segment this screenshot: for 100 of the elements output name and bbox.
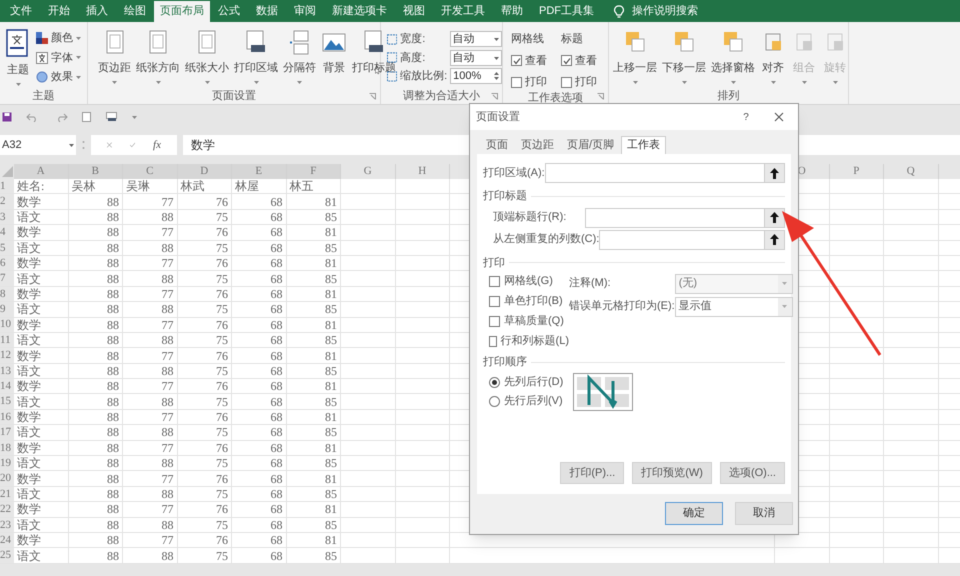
row-header[interactable]: 8 [0, 286, 14, 302]
ribbon-tab[interactable]: 插入 [78, 1, 116, 22]
checkbox[interactable] [511, 55, 522, 66]
checkbox[interactable] [489, 336, 497, 347]
dialog-tab[interactable]: 工作表 [621, 136, 666, 154]
ribbon-button[interactable]: 背景 [319, 22, 349, 76]
ribbon-tab[interactable]: 新建选项卡 [324, 1, 395, 22]
ribbon-tab[interactable]: 公式 [210, 1, 248, 22]
column-header[interactable]: F [286, 164, 341, 179]
row-header[interactable]: 3 [0, 210, 14, 224]
table-cell: 68 [232, 532, 286, 548]
ribbon-tab[interactable]: 开始 [40, 1, 78, 22]
tell-me-search[interactable]: 操作说明搜索 [632, 3, 698, 20]
checkbox[interactable] [511, 76, 522, 88]
dialog-button[interactable]: 打印(P)... [560, 462, 624, 484]
row-header[interactable]: 5 [0, 240, 14, 255]
ribbon-tab[interactable]: 绘图 [116, 1, 154, 22]
row-header[interactable]: 2 [0, 194, 14, 209]
ribbon-tab[interactable]: 开发工具 [433, 1, 493, 22]
radio-button[interactable] [489, 376, 500, 388]
column-header[interactable]: E [232, 164, 286, 179]
collapse-dialog-button[interactable] [764, 230, 784, 248]
collapse-dialog-button[interactable] [764, 208, 784, 226]
column-header[interactable]: D [178, 164, 232, 179]
ribbon-button[interactable]: 纸张方向 [134, 22, 182, 84]
range-field[interactable] [544, 163, 785, 183]
row-header[interactable]: 19 [0, 456, 14, 470]
row-header[interactable]: 4 [0, 225, 14, 240]
ribbon-tab[interactable]: 数据 [248, 1, 286, 22]
ribbon-button[interactable]: 分隔符 [281, 22, 318, 84]
ribbon-tab[interactable]: 文件 [2, 1, 40, 22]
ribbon-tab[interactable]: 视图 [395, 1, 433, 22]
row-header[interactable]: 24 [0, 532, 14, 548]
name-box[interactable]: A32 [0, 135, 76, 155]
row-header[interactable]: 20 [0, 471, 14, 486]
ribbon-tab[interactable]: 页面布局 [154, 1, 210, 22]
dialog-button[interactable]: 选项(O)... [720, 462, 785, 484]
help-button[interactable]: ? [736, 110, 756, 124]
dropdown[interactable]: 自动 [450, 50, 502, 66]
ribbon-tab[interactable]: 帮助 [493, 1, 531, 22]
checkbox[interactable] [561, 76, 572, 88]
ribbon-tab[interactable]: PDF工具集 [531, 1, 602, 22]
ribbon-button[interactable]: 下移一层 [660, 22, 708, 84]
dropdown[interactable]: 自动 [450, 31, 502, 48]
row-header[interactable]: 17 [0, 425, 14, 440]
column-header[interactable]: G [341, 164, 396, 179]
table-cell: 88 [68, 440, 123, 456]
checkbox[interactable] [489, 296, 500, 307]
column-header[interactable]: B [68, 164, 123, 179]
range-field[interactable] [599, 230, 785, 250]
row-header[interactable]: 12 [0, 348, 14, 363]
column-header[interactable]: P [830, 164, 884, 179]
column-header[interactable]: C [123, 164, 178, 179]
checkbox[interactable] [561, 55, 572, 66]
row-header[interactable]: 9 [0, 302, 14, 317]
dropdown[interactable]: 显示值 [674, 296, 793, 316]
dialog-tab[interactable]: 页边距 [515, 136, 560, 154]
ribbon-menu-button[interactable]: 字体 [36, 50, 81, 66]
column-header[interactable]: Q [884, 164, 938, 179]
row-header[interactable]: 22 [0, 502, 14, 517]
row-header[interactable]: 23 [0, 518, 14, 532]
caret-icon [297, 80, 302, 84]
row-header[interactable]: 18 [0, 440, 14, 456]
column-header[interactable]: A [14, 164, 68, 179]
ribbon-button[interactable]: 选择窗格 [709, 22, 757, 84]
ribbon-menu-button[interactable]: 颜色 [36, 30, 81, 46]
dropdown[interactable]: 100% [450, 68, 502, 84]
ribbon-button[interactable]: 页边距 [96, 22, 133, 84]
row-header[interactable]: 13 [0, 364, 14, 378]
row-header[interactable]: 10 [0, 318, 14, 332]
radio-button[interactable] [489, 396, 500, 406]
checkbox[interactable] [489, 316, 500, 327]
row-header[interactable]: 25 [0, 548, 14, 563]
dialog-button[interactable]: 打印预览(W) [632, 462, 712, 484]
row-header[interactable]: 1 [0, 179, 14, 194]
row-header[interactable]: 11 [0, 332, 14, 348]
ribbon-button[interactable]: 主题 [4, 22, 32, 86]
row-header[interactable]: 21 [0, 486, 14, 502]
table-cell: 88 [68, 486, 123, 502]
row-header[interactable]: 16 [0, 410, 14, 424]
insert-function-button[interactable]: fx [153, 136, 161, 154]
range-field[interactable] [585, 208, 785, 228]
ribbon-tab[interactable]: 审阅 [286, 1, 324, 22]
ok-button[interactable]: 确定 [665, 502, 723, 525]
ribbon-menu-button[interactable]: 效果 [36, 69, 81, 86]
collapse-dialog-button[interactable] [764, 164, 784, 182]
checkbox[interactable] [489, 276, 500, 287]
row-header[interactable]: 15 [0, 394, 14, 409]
dialog-tab[interactable]: 页面 [480, 136, 514, 154]
row-header[interactable]: 6 [0, 256, 14, 270]
column-header[interactable]: H [396, 164, 450, 179]
ribbon-button[interactable]: 纸张大小 [183, 22, 231, 84]
caret-icon [632, 80, 638, 84]
ribbon-button[interactable]: 打印区域 [232, 22, 280, 84]
row-header[interactable]: 14 [0, 379, 14, 394]
cancel-button[interactable]: 取消 [735, 502, 793, 525]
ribbon-button[interactable]: 上移一层 [611, 22, 659, 84]
dialog-tab[interactable]: 页眉/页脚 [561, 136, 620, 154]
row-header[interactable]: 7 [0, 271, 14, 286]
ribbon-button[interactable]: 对齐 [758, 22, 788, 84]
